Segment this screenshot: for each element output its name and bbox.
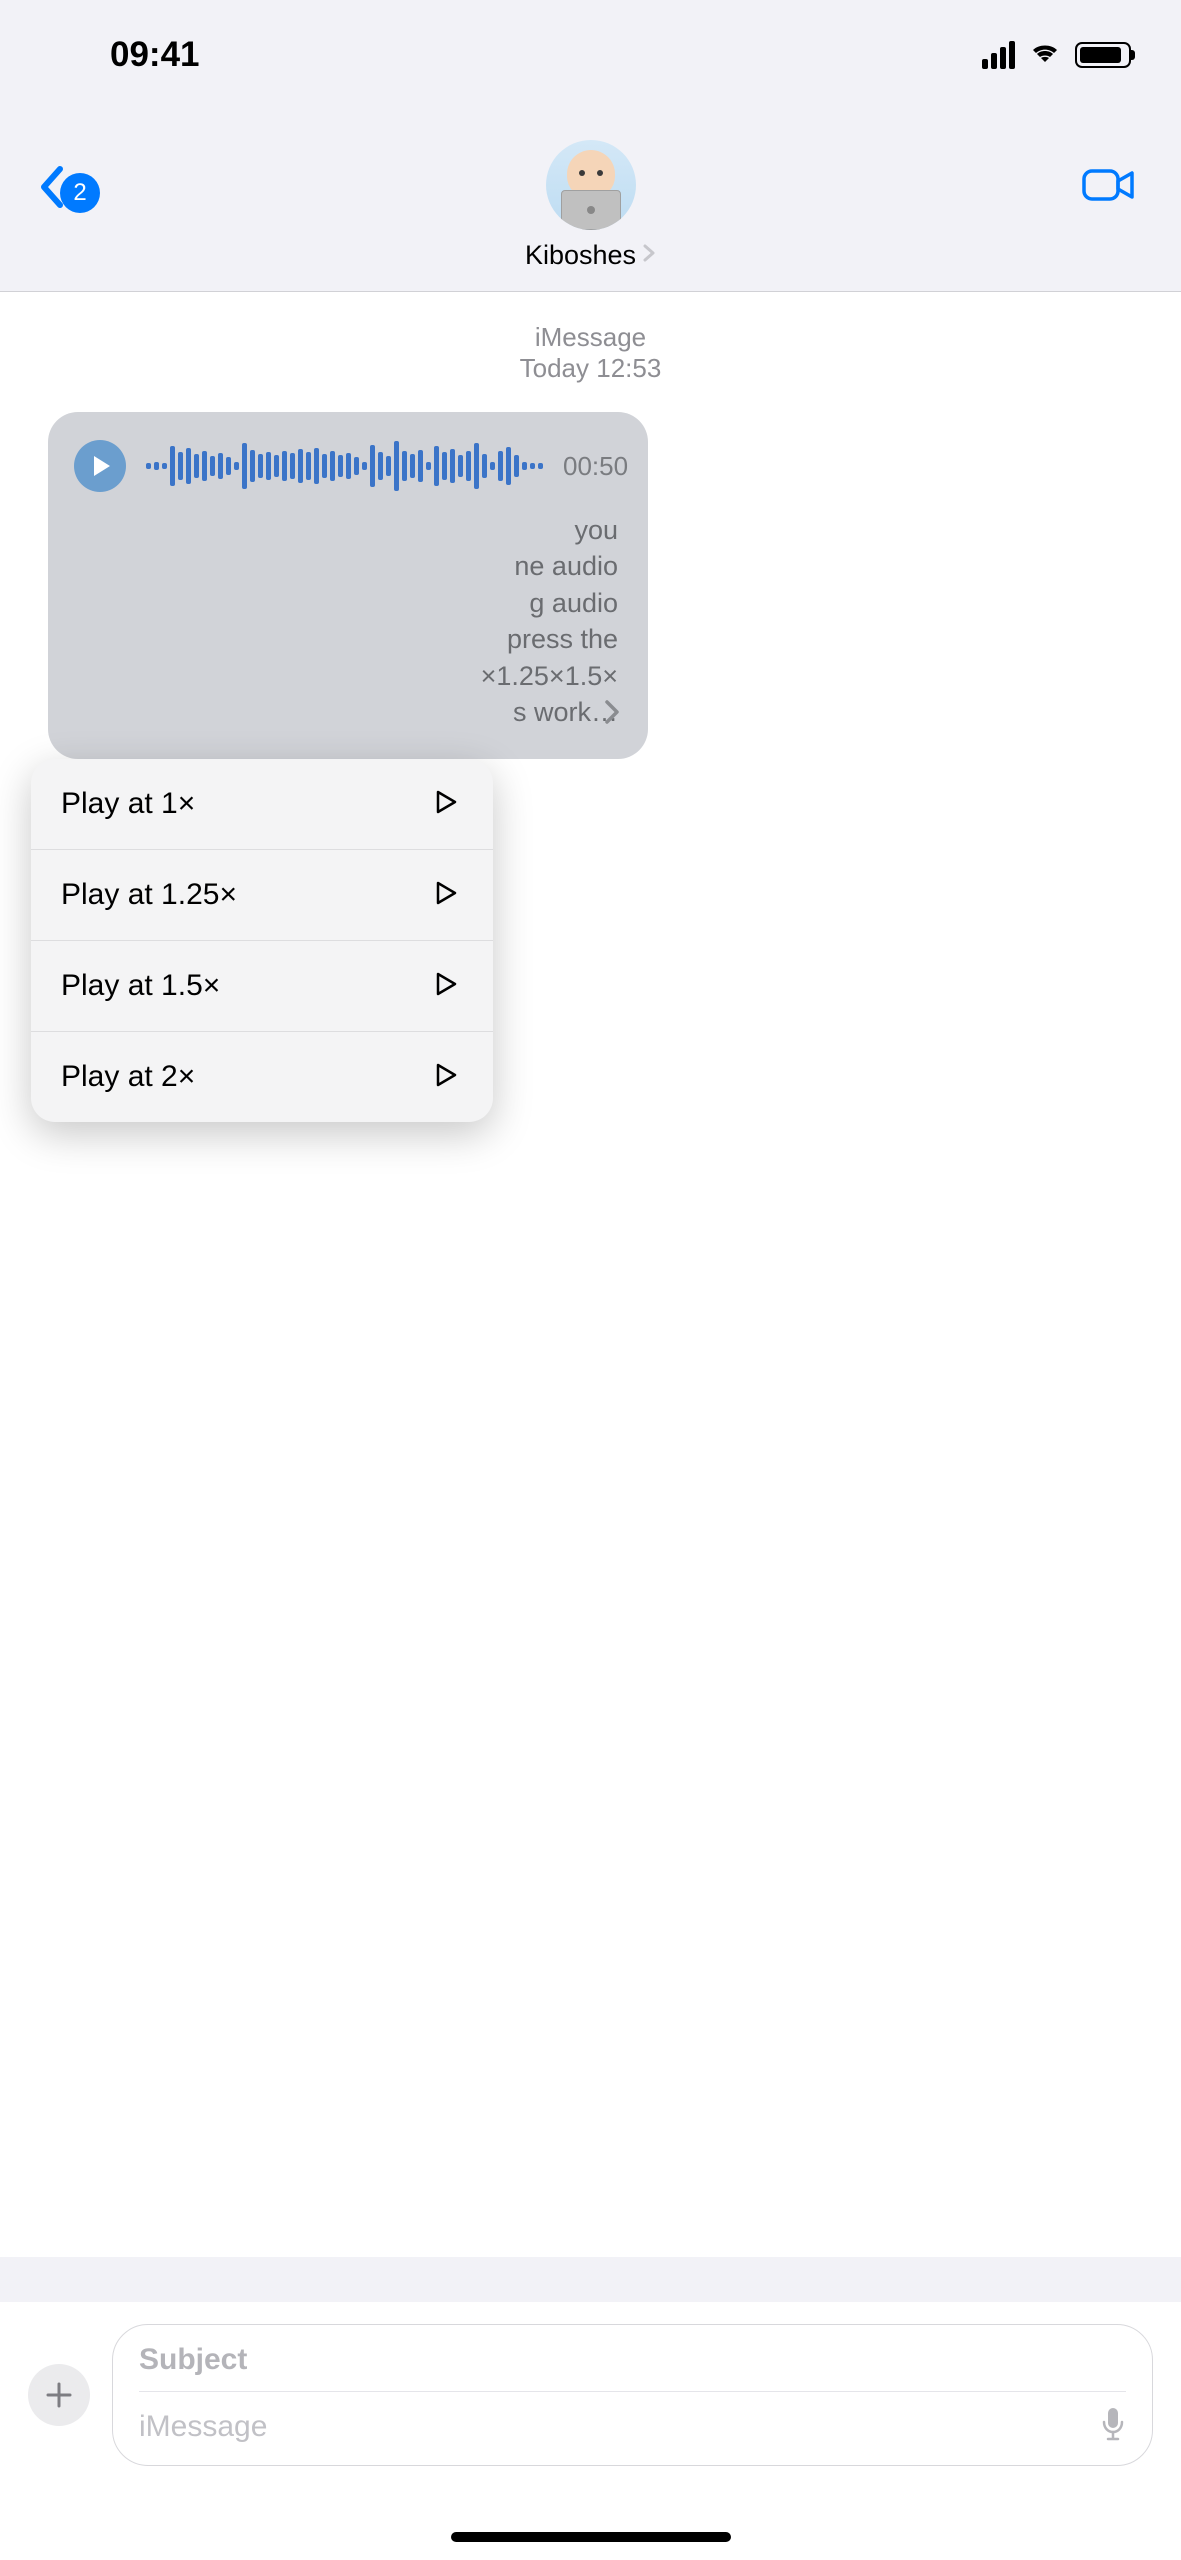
plus-button[interactable] [28,2364,90,2426]
menu-item-play-1-25x[interactable]: Play at 1.25× [31,850,493,941]
subject-input[interactable] [139,2343,1126,2392]
status-bar: 09:41 [0,0,1181,110]
cellular-signal-icon [982,41,1015,69]
menu-item-label: Play at 1× [61,787,195,821]
menu-item-label: Play at 1.25× [61,878,237,912]
chevron-right-icon[interactable] [604,699,620,733]
message-composer [0,2302,1181,2560]
menu-item-play-2x[interactable]: Play at 2× [31,1032,493,1122]
play-button[interactable] [74,440,126,492]
menu-item-label: Play at 1.5× [61,969,220,1003]
play-outline-icon [435,972,457,1001]
time-label: 12:53 [596,353,661,383]
date-label: Today [520,353,589,383]
dictation-button[interactable] [1100,2406,1126,2447]
menu-item-label: Play at 2× [61,1060,195,1094]
menu-item-play-1x[interactable]: Play at 1× [31,759,493,850]
message-input[interactable] [139,2410,1100,2444]
status-time: 09:41 [110,35,200,75]
contact-name-label: Kiboshes [525,240,636,271]
service-label: iMessage [0,322,1181,353]
playback-speed-menu: Play at 1× Play at 1.25× Play at 1.5× [31,759,493,1122]
audio-duration-label: 00:50 [563,451,628,482]
contact-avatar [546,140,636,230]
home-indicator[interactable] [451,2532,731,2542]
contact-header-button[interactable]: Kiboshes [40,140,1141,271]
conversation-header: 2 Kiboshes [0,110,1181,292]
facetime-button[interactable] [1082,165,1136,210]
conversation-timestamp: iMessage Today 12:53 [0,322,1181,384]
audio-message-bubble[interactable]: 00:50 you ne audio g audio press the ×1.… [48,412,648,759]
audio-player-row: 00:50 [48,412,648,512]
play-outline-icon [435,1063,457,1092]
chevron-right-icon [642,243,656,269]
wifi-icon [1027,40,1063,71]
back-button[interactable]: 2 [38,165,100,221]
menu-item-play-1-5x[interactable]: Play at 1.5× [31,941,493,1032]
audio-waveform[interactable] [146,440,543,492]
play-outline-icon [435,790,457,819]
battery-icon [1075,42,1131,68]
unread-badge: 2 [60,173,100,213]
message-input-container [112,2324,1153,2466]
audio-transcript-preview: you ne audio g audio press the ×1.25×1.5… [48,512,648,759]
messages-area[interactable]: iMessage Today 12:53 [0,292,1181,2257]
status-indicators [982,40,1131,71]
play-outline-icon [435,881,457,910]
